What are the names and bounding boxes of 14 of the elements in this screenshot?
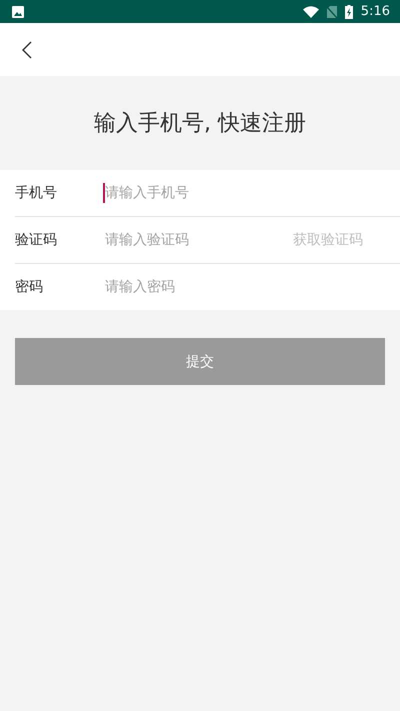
field-label: 密码 <box>15 278 44 296</box>
input-field[interactable]: 请输入手机号 <box>103 181 400 205</box>
input-field[interactable]: 请输入密码 <box>103 275 400 299</box>
back-icon[interactable] <box>22 40 32 58</box>
no-sim-icon <box>326 6 337 18</box>
input-field[interactable]: 请输入验证码 <box>103 228 285 252</box>
field-label: 验证码 <box>15 231 58 249</box>
field-label: 手机号 <box>15 184 58 202</box>
get-code-button[interactable]: 获取验证码 <box>285 231 400 249</box>
image-icon <box>12 6 24 18</box>
clock-time: 5:16 <box>360 4 390 19</box>
wifi-icon <box>302 6 319 18</box>
battery-charging-icon <box>344 4 353 18</box>
page-title: 输入手机号, 快速注册 <box>93 110 307 138</box>
